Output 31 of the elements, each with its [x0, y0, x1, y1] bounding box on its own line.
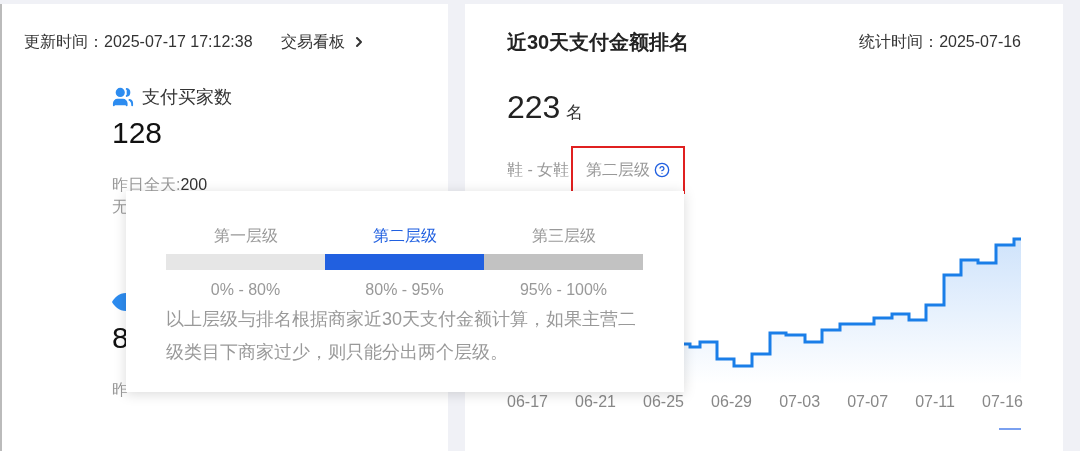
axis-label: 06-25	[643, 392, 684, 412]
axis-label: 07-16	[982, 392, 1023, 412]
axis-label: 07-07	[847, 392, 889, 412]
metric-title: 支付买家数	[142, 85, 232, 109]
rank-value: 223	[507, 89, 561, 125]
eye-icon	[112, 293, 126, 311]
help-icon[interactable]	[654, 162, 671, 178]
axis-label: 06-21	[575, 392, 616, 412]
tier-label: 第二层级	[586, 160, 651, 180]
tier-note: 以上层级与排名根据商家近30天支付金额计算，如果主营二级类目下商家过少，则只能分出两个层级。	[166, 308, 638, 364]
tier-range: 80% - 95%	[365, 280, 444, 300]
yesterday-label: 昨	[112, 380, 128, 400]
update-time: 更新时间：2025-07-17 17:12:38	[24, 32, 253, 52]
axis-label: 07-03	[779, 392, 821, 412]
axis-label: 06-17	[507, 392, 548, 412]
card-title: 近30天支付金额排名	[507, 30, 690, 55]
dashboard-link[interactable]: 交易看板	[280, 30, 367, 54]
metric-value: 128	[112, 115, 163, 151]
tier-range: 0% - 80%	[210, 280, 281, 300]
category-label: 鞋 - 女鞋	[507, 160, 570, 180]
legend-dash	[999, 428, 1021, 430]
rank-unit: 名	[566, 101, 584, 124]
tier-name[interactable]: 第二层级	[372, 225, 437, 247]
stat-date: 统计时间：2025-07-16	[859, 32, 1021, 52]
tier-name[interactable]: 第三层级	[531, 225, 596, 247]
yesterday-value: 200	[180, 175, 208, 195]
axis-label: 06-29	[711, 392, 752, 412]
axis-label: 07-11	[915, 392, 955, 412]
tier-range: 95% - 100%	[519, 280, 608, 300]
tier-name[interactable]: 第一层级	[213, 225, 278, 247]
users-icon	[112, 86, 134, 108]
